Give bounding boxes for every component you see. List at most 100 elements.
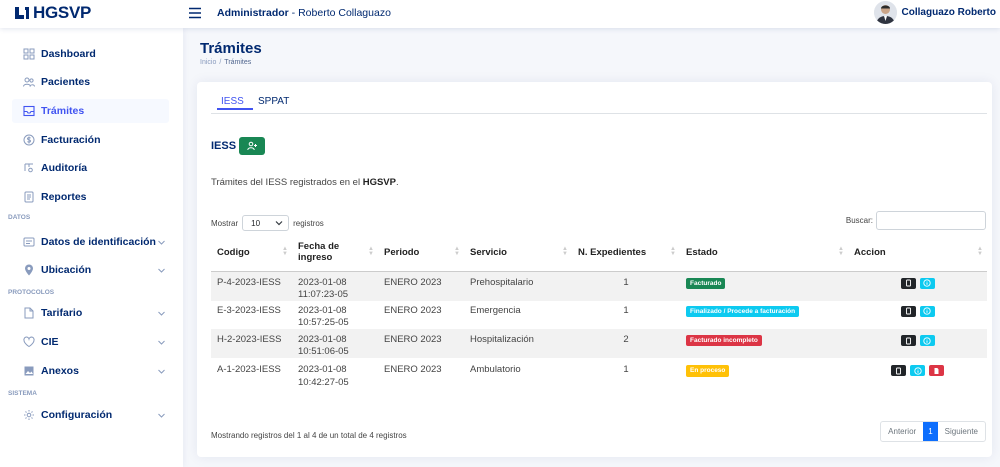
cell-time: 10:57:25-05 (298, 316, 349, 328)
sidebar-item-label: Datos de identificación (41, 236, 156, 248)
app-logo[interactable]: HGSVP (14, 3, 91, 23)
sort-icon: ▲ ▼ (670, 246, 676, 257)
pagination-next[interactable]: Siguiente (938, 422, 985, 441)
add-tramite-button[interactable] (239, 137, 265, 155)
status-badge: En proceso (686, 365, 730, 377)
chevron-down-icon (158, 240, 165, 245)
sort-icon: ▲ ▼ (977, 246, 983, 257)
heart-icon (23, 336, 35, 348)
sidebar-item-reportes[interactable]: Reportes (12, 185, 169, 209)
menu-toggle-icon[interactable] (188, 6, 202, 20)
column-header-label: Servicio (470, 246, 507, 258)
document-icon (24, 307, 34, 319)
cell-time: 10:42:27-05 (298, 376, 349, 388)
info-icon (923, 279, 931, 287)
sidebar-item-label: Facturación (41, 134, 101, 146)
delete-button[interactable] (929, 365, 944, 377)
cell-servicio: Prehospitalario (464, 271, 572, 301)
pagination-previous[interactable]: Anterior (881, 422, 923, 441)
cell-time: 11:07:23-05 (298, 288, 349, 300)
magnifier-icon (24, 163, 33, 173)
dollar-circle-icon (23, 134, 35, 146)
copy-button[interactable] (900, 335, 916, 347)
pagination-page-1[interactable]: 1 (923, 422, 938, 441)
sort-icon: ▲ ▼ (454, 246, 460, 257)
copy-icon (905, 279, 911, 287)
sort-icon: ▲ ▼ (282, 246, 288, 257)
document-icon (24, 191, 34, 203)
cell-servicio: Ambulatorio (470, 364, 521, 376)
sidebar-item-label: CIE (41, 336, 59, 348)
breadcrumb-separator: / (219, 59, 222, 66)
section-description: Trámites del IESS registrados en el HGSV… (211, 177, 399, 188)
location-pin-icon (25, 264, 33, 276)
copy-button[interactable] (900, 277, 916, 289)
card-icon (23, 237, 35, 247)
page-length-select[interactable]: 10 (242, 215, 290, 231)
info-button[interactable] (910, 365, 925, 377)
column-header-periodo[interactable]: Periodo ▲ ▼ (378, 234, 464, 272)
cell-accion (848, 358, 987, 394)
cell-expedientes: 1 (623, 304, 629, 316)
sidebar-item-cie[interactable]: CIE (12, 330, 169, 354)
cell-servicio: Emergencia (470, 304, 521, 316)
sidebar-item-label: Reportes (41, 191, 87, 203)
sidebar: Dashboard Pacientes Trámites Facturación… (0, 28, 183, 467)
cell-expedientes: 1 (623, 364, 629, 376)
chevron-down-icon (158, 413, 165, 418)
header-role: Administrador (217, 7, 289, 19)
tab-iess[interactable]: IESS (217, 96, 253, 110)
sidebar-item-configuracion[interactable]: Configuración (12, 403, 169, 427)
breadcrumb-current: Trámites (224, 59, 252, 66)
info-button[interactable] (919, 277, 935, 289)
breadcrumb-home[interactable]: Inicio (200, 59, 216, 66)
chevron-down-icon (158, 340, 165, 345)
copy-button[interactable] (900, 305, 916, 317)
info-button[interactable] (919, 335, 935, 347)
table-row: H-2-2023-IESS 2023-01-08 10:51:06-05 ENER… (211, 329, 987, 359)
logo-text: HGSVP (33, 3, 92, 22)
records-label: registros (293, 218, 324, 228)
profile-menu[interactable]: Collaguazo Roberto (873, 1, 996, 24)
column-header-expedientes[interactable]: N. Expedientes ▲ ▼ (572, 234, 680, 272)
cell-expedientes: 1 (572, 271, 680, 301)
chevron-down-icon (158, 369, 165, 374)
sidebar-item-dashboard[interactable]: Dashboard (12, 42, 169, 66)
copy-button[interactable] (891, 365, 906, 377)
sidebar-item-tramites[interactable]: Trámites (12, 99, 169, 123)
column-header-fecha[interactable]: Fecha de ingreso ▲ ▼ (292, 234, 378, 272)
tab-sppat[interactable]: SPPAT (258, 96, 289, 107)
sidebar-item-datos-identificacion[interactable]: Datos de identificación (12, 230, 169, 254)
sidebar-heading-sistema: SISTEMA (8, 390, 37, 397)
search-input[interactable] (876, 211, 986, 230)
cell-periodo: ENERO 2023 (384, 364, 442, 376)
column-header-label: Codigo (217, 246, 250, 258)
cell-accion (848, 271, 987, 301)
sidebar-item-tarifario[interactable]: Tarifario (12, 301, 169, 325)
info-button[interactable] (919, 305, 935, 317)
column-header-codigo[interactable]: Codigo ▲ ▼ (211, 234, 292, 272)
search-control: Buscar: (846, 211, 986, 230)
add-user-icon (246, 141, 257, 151)
sort-icon: ▲ ▼ (838, 246, 844, 257)
breadcrumb: Inicio / Trámites (200, 59, 251, 66)
cell-fecha: 2023-01-08 10:51:06-05 (292, 329, 378, 359)
sidebar-item-facturacion[interactable]: Facturación (12, 128, 169, 152)
column-header-estado[interactable]: Estado ▲ ▼ (680, 234, 848, 272)
sidebar-item-auditoria[interactable]: Auditoría (12, 156, 169, 180)
tab-bar: IESS SPPAT (211, 94, 987, 114)
sidebar-item-ubicacion[interactable]: Ubicación (12, 258, 169, 282)
people-icon (23, 77, 35, 87)
column-header-servicio[interactable]: Servicio ▲ ▼ (464, 234, 572, 272)
sidebar-item-label: Anexos (41, 365, 79, 377)
profile-name: Collaguazo Roberto (901, 7, 996, 18)
chevron-down-icon (158, 311, 165, 316)
sidebar-item-label: Tarifario (41, 307, 83, 319)
sidebar-item-anexos[interactable]: Anexos (12, 359, 169, 383)
chevron-down-icon (275, 221, 283, 226)
sort-icon: ▲ ▼ (368, 246, 374, 257)
sidebar-item-pacientes[interactable]: Pacientes (12, 70, 169, 94)
copy-icon (905, 337, 911, 345)
column-header-accion[interactable]: Accion ▲ ▼ (848, 234, 987, 272)
inbox-icon (23, 105, 35, 117)
